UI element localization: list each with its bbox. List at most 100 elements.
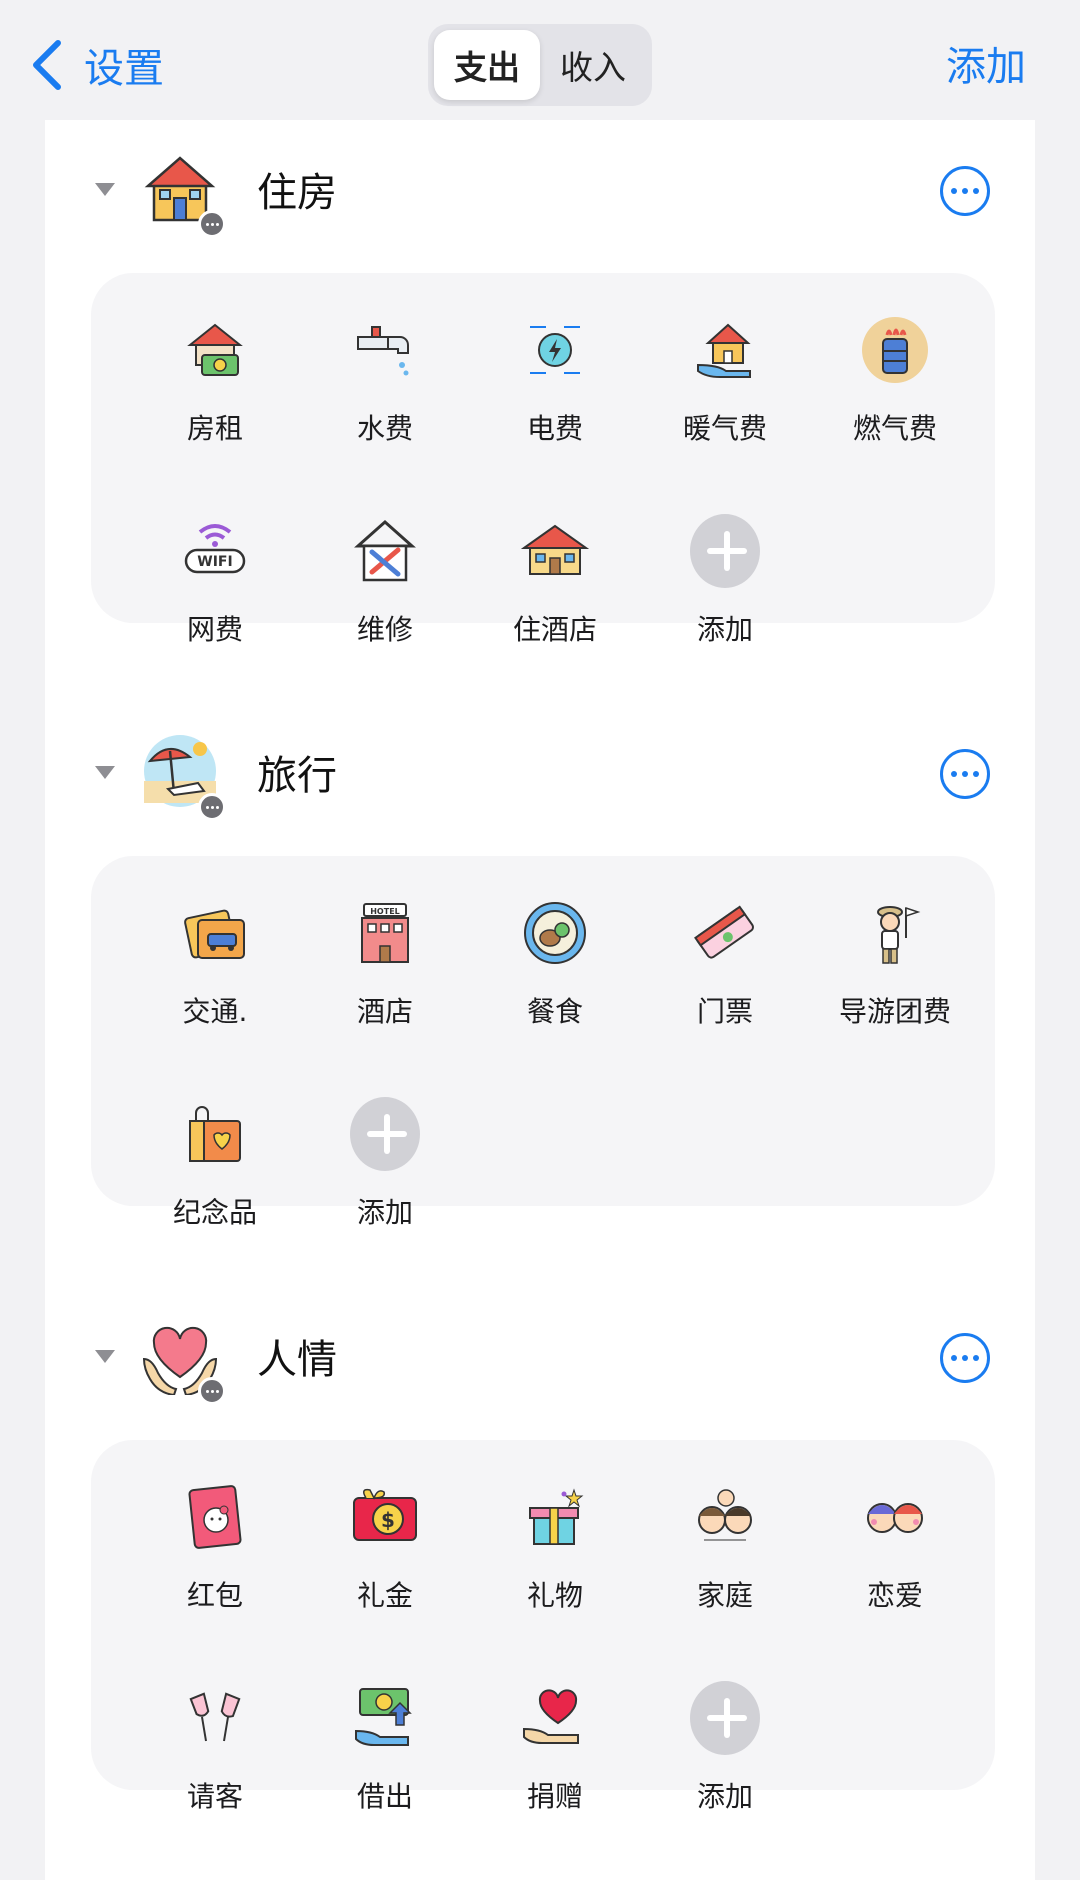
food-plate-icon	[520, 898, 590, 968]
add-icon	[690, 514, 760, 588]
category-label: 门票	[696, 995, 753, 1028]
category-label: 水费	[356, 412, 413, 445]
section-title: 人情	[257, 1337, 337, 1383]
more-options-button[interactable]	[940, 1333, 990, 1383]
hotel-building-icon: HOTEL	[350, 898, 420, 968]
category-label: 纪念品	[172, 1196, 257, 1229]
category-label: 酒店	[356, 995, 413, 1028]
category-label: 家庭	[696, 1579, 753, 1612]
category-label: 添加	[356, 1196, 413, 1229]
category-item-add[interactable]: 添加	[310, 1097, 460, 1249]
category-item[interactable]: 燃气费	[820, 315, 970, 465]
tour-guide-icon	[860, 898, 930, 968]
category-item[interactable]: 交通.	[140, 898, 290, 1048]
category-label: 房租	[186, 412, 243, 445]
category-item[interactable]: WIFI 网费	[140, 516, 290, 666]
category-label: 捐赠	[526, 1780, 583, 1813]
add-button[interactable]: 添加	[946, 34, 1026, 92]
category-item[interactable]: 门票	[650, 898, 800, 1048]
category-item[interactable]: 家庭	[650, 1482, 800, 1632]
category-item-add[interactable]: 添加	[650, 514, 800, 666]
category-label: 添加	[696, 613, 753, 646]
expense-income-switch: 支出 收入	[428, 24, 652, 106]
category-item[interactable]: 捐赠	[480, 1683, 630, 1833]
cash-gift-icon: $	[350, 1482, 420, 1552]
rent-house-money-icon	[180, 315, 250, 385]
category-item[interactable]: 住酒店	[480, 516, 630, 666]
couple-icon	[860, 1482, 930, 1552]
edit-badge-icon	[198, 210, 226, 238]
souvenir-bag-icon	[180, 1099, 250, 1169]
category-item[interactable]: HOTEL 酒店	[310, 898, 460, 1048]
category-label: 餐食	[526, 995, 583, 1028]
section-header: 人情	[45, 1287, 1035, 1407]
category-label: 添加	[696, 1780, 753, 1813]
add-icon	[350, 1097, 420, 1171]
category-label: 交通.	[182, 995, 248, 1028]
water-tap-icon	[350, 315, 420, 385]
edit-badge-icon	[198, 1377, 226, 1405]
section-header: 住房	[45, 120, 1035, 240]
red-envelope-icon	[180, 1482, 250, 1552]
category-label: 电费	[526, 412, 583, 445]
back-button[interactable]: 设置	[30, 30, 164, 100]
more-options-button[interactable]	[940, 749, 990, 799]
tab-expense[interactable]: 支出	[434, 30, 540, 100]
svg-text:$: $	[381, 1508, 395, 1532]
category-item[interactable]: 电费	[480, 315, 630, 465]
section-title: 住房	[257, 170, 337, 216]
category-item[interactable]: 水费	[310, 315, 460, 465]
collapse-triangle-icon[interactable]	[95, 183, 115, 196]
hotel-house-icon	[520, 516, 590, 586]
category-item[interactable]: 请客	[140, 1683, 290, 1833]
category-label: 请客	[186, 1780, 243, 1813]
category-item[interactable]: 纪念品	[140, 1099, 290, 1249]
category-item-add[interactable]: 添加	[650, 1681, 800, 1833]
category-label: 借出	[356, 1780, 413, 1813]
add-icon	[690, 1681, 760, 1755]
category-item[interactable]: 餐食	[480, 898, 630, 1048]
chevron-left-icon	[33, 40, 61, 90]
wifi-icon: WIFI	[180, 516, 250, 586]
collapse-triangle-icon[interactable]	[95, 1350, 115, 1363]
edit-badge-icon	[198, 793, 226, 821]
category-item[interactable]: 维修	[310, 516, 460, 666]
collapse-triangle-icon[interactable]	[95, 766, 115, 779]
category-item[interactable]: 礼物	[480, 1482, 630, 1632]
category-item[interactable]: $ 礼金	[310, 1482, 460, 1632]
category-item[interactable]: 暖气费	[650, 315, 800, 465]
category-item[interactable]: 导游团费	[820, 898, 970, 1048]
heating-house-hand-icon	[690, 315, 760, 385]
category-label: 礼物	[526, 1579, 583, 1612]
category-grid: 红包 $ 礼金 礼物 家庭 恋爱 请客 借出 捐赠 添加	[91, 1440, 995, 1813]
nav-bar: 设置 支出 收入 添加	[0, 0, 1080, 120]
tab-income[interactable]: 收入	[540, 30, 646, 100]
section-social: 人情 红包 $ 礼金 礼物 家庭 恋爱 请客 借出 捐赠 添加	[45, 1287, 1035, 1880]
category-label: 恋爱	[866, 1579, 923, 1612]
category-label: 红包	[186, 1579, 243, 1612]
category-card: 住房 房租 水费 电费 暖气费 燃气费 WIFI 网费 维修 住酒店 添加 旅行…	[45, 120, 1035, 1880]
ticket-icon	[690, 898, 760, 968]
family-icon	[690, 1482, 760, 1552]
back-label: 设置	[84, 46, 164, 92]
category-item[interactable]: 恋爱	[820, 1482, 970, 1632]
section-housing: 住房 房租 水费 电费 暖气费 燃气费 WIFI 网费 维修 住酒店 添加	[45, 120, 1035, 703]
repair-tools-icon	[350, 516, 420, 586]
category-label: 礼金	[356, 1579, 413, 1612]
category-item[interactable]: 红包	[140, 1482, 290, 1632]
lend-money-icon	[350, 1683, 420, 1753]
gift-box-icon	[520, 1482, 590, 1552]
category-item[interactable]: 房租	[140, 315, 290, 465]
section-travel: 旅行 交通. HOTEL 酒店 餐食 门票 导游团费 纪念品 添加	[45, 703, 1035, 1287]
champagne-toast-icon	[180, 1683, 250, 1753]
category-label: 燃气费	[852, 412, 937, 445]
category-label: 暖气费	[682, 412, 767, 445]
svg-text:HOTEL: HOTEL	[370, 907, 400, 916]
category-grid: 房租 水费 电费 暖气费 燃气费 WIFI 网费 维修 住酒店 添加	[91, 273, 995, 646]
category-label: 导游团费	[838, 995, 951, 1028]
category-item[interactable]: 借出	[310, 1683, 460, 1833]
category-label: 维修	[356, 613, 413, 646]
category-label: 网费	[186, 613, 243, 646]
more-options-button[interactable]	[940, 166, 990, 216]
category-label: 住酒店	[512, 613, 597, 646]
